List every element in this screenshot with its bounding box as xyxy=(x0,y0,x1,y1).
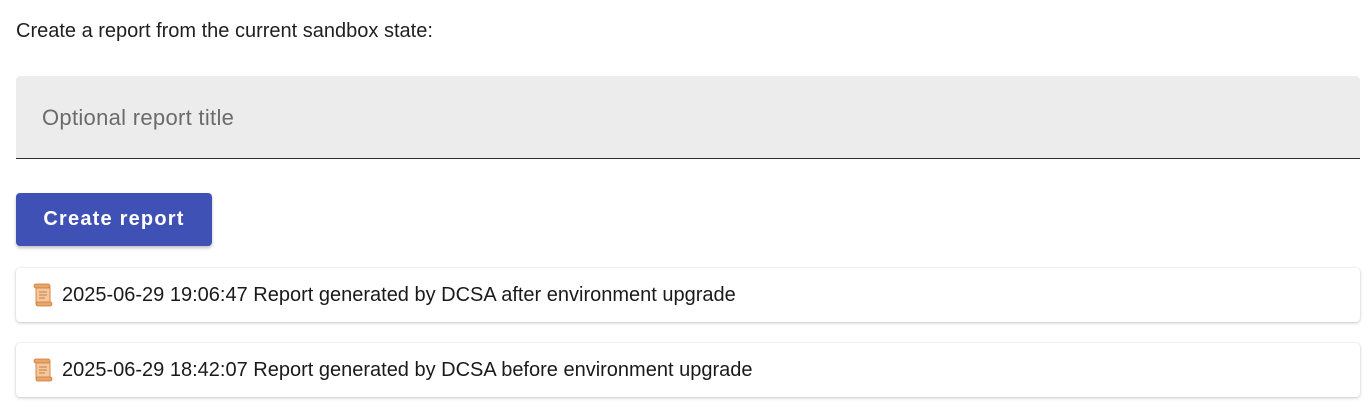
intro-text: Create a report from the current sandbox… xyxy=(16,20,433,42)
report-label: 2025-06-29 18:42:07 Report generated by … xyxy=(62,359,753,381)
report-title-input[interactable] xyxy=(40,98,1344,138)
report-label: 2025-06-29 19:06:47 Report generated by … xyxy=(62,284,736,306)
scroll-icon xyxy=(33,358,53,382)
report-page: Create a report from the current sandbox… xyxy=(0,0,1372,409)
report-list-item[interactable]: 2025-06-29 18:42:07 Report generated by … xyxy=(16,343,1360,397)
report-list-item[interactable]: 2025-06-29 19:06:47 Report generated by … xyxy=(16,268,1360,322)
scroll-icon xyxy=(33,283,53,307)
create-report-button[interactable]: Create report xyxy=(16,193,212,246)
report-title-field[interactable] xyxy=(16,76,1360,159)
